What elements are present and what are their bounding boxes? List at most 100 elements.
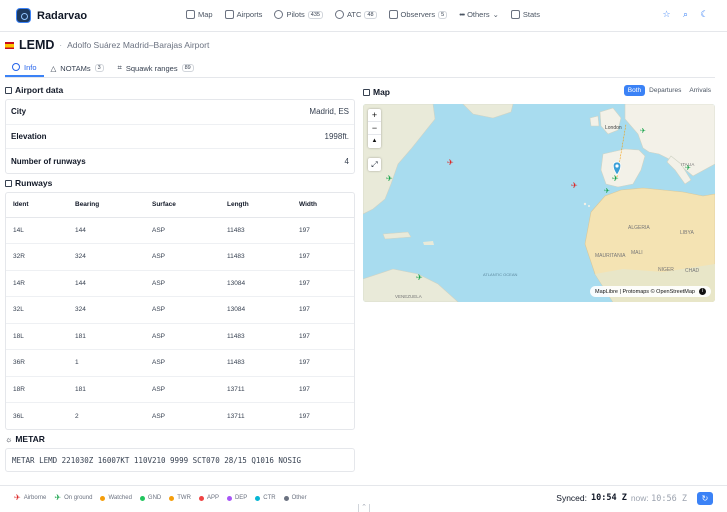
synced-label: Synced:	[556, 493, 587, 503]
runways-heading: Runways	[5, 178, 52, 188]
legend-label: TWR	[177, 495, 191, 501]
building-icon	[5, 179, 12, 187]
map-label: CHAD	[685, 268, 700, 274]
legend-item: DEP	[226, 494, 248, 502]
tab-label: NOTAMs	[60, 63, 91, 73]
hash-icon: ⌗	[117, 63, 122, 72]
now-time: 10:56 Z	[651, 494, 687, 504]
main-nav: Map Airports Pilots 435 ATC 48 Observers…	[186, 10, 540, 19]
chart-icon	[510, 10, 520, 19]
airport-data-heading: Airport data	[5, 85, 63, 95]
moon-icon[interactable]: ☾	[700, 10, 709, 19]
iberia-land	[600, 148, 646, 188]
refresh-button[interactable]: ↻	[697, 492, 713, 505]
nav-item-stats[interactable]: Stats	[510, 10, 540, 19]
greenland-land	[462, 104, 514, 119]
table-cell: 14R	[6, 270, 68, 297]
filter-arrivals[interactable]: Arrivals	[685, 85, 715, 96]
section-title-text: Airport data	[15, 85, 64, 95]
table-cell: ASP	[145, 323, 220, 350]
nav-label: Pilots	[286, 10, 305, 19]
table-cell: 13711	[220, 376, 292, 403]
table-cell: 197	[292, 270, 354, 297]
runways-table-card: Ident Bearing Surface Length Width 14L 14…	[5, 192, 355, 430]
spain-flag-icon	[5, 41, 14, 49]
airport-name: Adolfo Suárez Madrid–Barajas Airport	[67, 40, 210, 50]
table-cell: 13711	[227, 412, 245, 420]
map-label: ATLANTIC OCEAN	[483, 272, 517, 277]
legend-item: APP	[198, 494, 219, 502]
nav-item-atc[interactable]: ATC 48	[334, 10, 377, 19]
nav-label: Map	[198, 10, 213, 19]
table-cell: ASP	[145, 217, 220, 244]
map-label: London	[605, 125, 622, 131]
table-cell: 36L	[13, 412, 24, 420]
table-cell: 11483	[220, 243, 292, 271]
info-icon[interactable]: i	[699, 288, 706, 295]
star-icon[interactable]: ☆	[662, 10, 671, 19]
ground-plane-icon[interactable]: ✈	[416, 273, 423, 282]
metar-heading: ☼ METAR	[5, 434, 45, 444]
filter-both[interactable]: Both	[623, 85, 646, 96]
cloud-sun-icon: ☼	[5, 434, 13, 444]
airborne-plane-icon[interactable]: ✈	[447, 158, 454, 167]
filter-departures[interactable]: Departures	[645, 85, 685, 96]
nav-item-observers[interactable]: Observers 5	[388, 10, 448, 19]
count-badge: 435	[307, 10, 323, 19]
radar-logo-icon	[16, 8, 31, 23]
table-cell: 324	[68, 243, 145, 271]
search-icon[interactable]: ⌕	[681, 10, 690, 19]
table-cell: 18L	[6, 323, 68, 350]
nav-item-airports[interactable]: Airports	[224, 10, 263, 19]
nav-item-pilots[interactable]: Pilots 435	[274, 10, 323, 19]
table-cell: 197	[292, 296, 354, 324]
top-actions: ☆ ⌕ ☾	[662, 10, 709, 19]
compass-button[interactable]: ▲	[368, 135, 381, 148]
airport-tabs: Info △ NOTAMs 3 ⌗ Squawk ranges 89	[5, 59, 715, 78]
building-icon	[5, 86, 12, 94]
zoom-controls: + − ▲	[368, 109, 381, 148]
info-icon	[12, 63, 20, 71]
table-row: 32R 324 ASP 11483 197	[6, 243, 354, 271]
table-cell: 32L	[6, 296, 68, 324]
legend-label: GND	[147, 495, 162, 501]
map-attribution: MapLibre | Protomaps © OpenStreetMap i	[590, 286, 711, 297]
airborne-plane-icon[interactable]: ✈	[571, 181, 578, 190]
legend-label: DEP	[234, 495, 248, 501]
table-row: 18L 181 ASP 11483 197	[6, 323, 354, 350]
tab-squawk-ranges[interactable]: ⌗ Squawk ranges 89	[111, 59, 201, 77]
table-cell: 13084	[220, 270, 292, 297]
zoom-out-button[interactable]: −	[368, 122, 381, 135]
map-filter-segmented: Both Departures Arrivals	[623, 85, 715, 96]
brand[interactable]: Radarvao	[16, 8, 87, 23]
legend-item: CTR	[255, 494, 276, 502]
legend-label: Airborne	[23, 495, 47, 501]
table-row: 32L 324 ASP 13084 197	[6, 296, 354, 324]
nav-label: Observers	[400, 10, 436, 19]
ground-plane-icon[interactable]: ✈	[386, 174, 393, 183]
column-header: Length	[220, 193, 292, 218]
map-label: LIBYA	[680, 230, 694, 236]
zoom-in-button[interactable]: +	[368, 109, 381, 122]
attribution-text[interactable]: MapLibre | Protomaps © OpenStreetMap	[595, 289, 695, 295]
table-cell: 13084	[220, 296, 292, 324]
nav-item-others[interactable]: ••• Others ⌄	[459, 10, 499, 19]
nav-item-map[interactable]: Map	[186, 10, 213, 19]
tab-info[interactable]: Info	[5, 59, 44, 77]
table-cell: 181	[68, 323, 145, 350]
column-header: Bearing	[68, 193, 145, 218]
ground-plane-icon[interactable]: ✈	[604, 188, 610, 195]
ground-plane-icon[interactable]: ✈	[685, 165, 691, 172]
table-cell: 1	[68, 349, 145, 377]
nav-label: Airports	[236, 10, 263, 19]
status-dot-icon	[226, 495, 232, 501]
expand-handle-icon[interactable]: ⌃	[358, 504, 370, 512]
ground-plane-icon[interactable]: ✈	[640, 128, 646, 135]
map-canvas[interactable]: London ITALIA LIBYA ALGERIA MALI NIGER C…	[363, 104, 715, 302]
tab-notams[interactable]: △ NOTAMs 3	[44, 59, 111, 77]
ground-plane-icon[interactable]: ✈	[612, 174, 619, 183]
map-label: MAURITANIA	[595, 253, 626, 259]
metar-card: METAR LEMD 221030Z 16007KT 110V210 9999 …	[5, 448, 355, 472]
fullscreen-button[interactable]: ⤢	[368, 158, 381, 171]
status-dot-icon	[100, 495, 106, 501]
